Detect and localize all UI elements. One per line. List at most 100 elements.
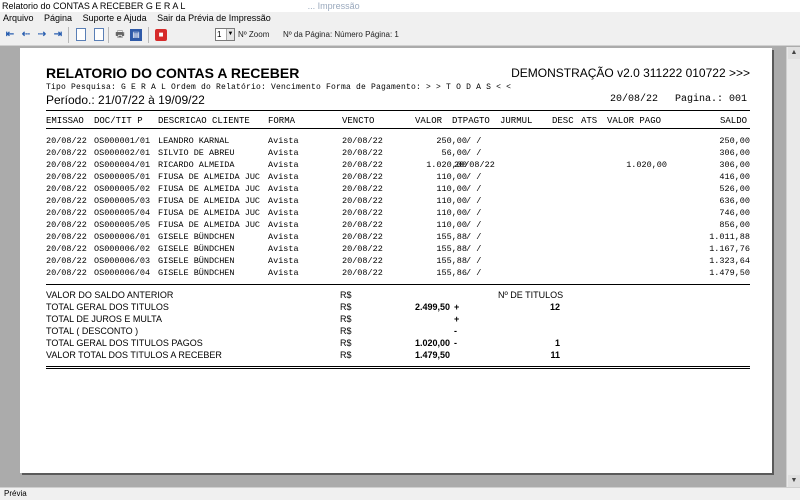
cell-forma: Avista [268,184,299,194]
menu-item-pagina[interactable]: Página [44,13,72,23]
single-page-icon[interactable] [76,28,86,41]
zoom-label: Nº Zoom [238,30,270,39]
stop-icon[interactable]: ■ [155,29,167,41]
divider [46,128,750,129]
book-icon[interactable]: ▤ [130,29,142,41]
table-row: 20/08/22 OS000006/02 GISELE BÜNDCHEN Avista… [20,244,772,256]
cell-vencto: 20/08/22 [342,208,383,218]
summary-label: TOTAL GERAL DOS TITULOS [46,302,169,312]
col-dtpagto: DTPAGTO [452,116,490,126]
table-row: 20/08/22 OS000005/01 FIUSA DE ALMEIDA JUC A… [20,172,772,184]
cell-cliente: GISELE BÜNDCHEN [158,232,235,242]
cell-vencto: 20/08/22 [342,160,383,170]
col-ats: ATS [581,116,598,126]
summary-currency: R$ [340,338,352,348]
cell-emissao: 20/08/22 [46,208,87,218]
summary-currency: R$ [340,314,352,324]
table-row: 20/08/22 OS000006/03 GISELE BÜNDCHEN Avista… [20,256,772,268]
prev-page-icon[interactable]: ⇠ [20,28,32,42]
cell-dtpagto: / / [466,256,482,266]
toolbar-separator [148,27,149,43]
cell-doc: OS000005/01 [94,172,151,182]
summary-label: TOTAL GERAL DOS TITULOS PAGOS [46,338,203,348]
cell-doc: OS000005/05 [94,220,151,230]
cell-forma: Avista [268,256,299,266]
menu-item-sair[interactable]: Sair da Prévia de Impressão [157,13,271,23]
next-page-icon[interactable]: ⇢ [36,28,48,42]
scroll-down-icon[interactable]: ▼ [788,475,800,487]
summary-count: 1 [554,338,560,348]
cell-doc: OS000006/01 [94,232,151,242]
cell-saldo: 526,00 [719,184,750,194]
print-icon[interactable]: 🖶 [114,28,126,42]
vertical-scrollbar[interactable]: ▲ ▼ [786,47,800,487]
cell-valor: 56,00 [441,148,467,158]
double-divider [46,366,750,369]
chevron-down-icon[interactable]: ▼ [226,29,234,40]
cell-saldo: 1.011,88 [709,232,750,242]
cell-vencto: 20/08/22 [342,268,383,278]
summary-value: 1.479,50 [414,350,450,360]
cell-dtpagto: / / [466,196,482,206]
col-emissao: EMISSAO [46,116,84,126]
window-title: Relatorio do CONTAS A RECEBER G E R A L [2,1,186,11]
summary-label: VALOR TOTAL DOS TITULOS A RECEBER [46,350,222,360]
cell-dtpagto: / / [466,220,482,230]
summary-row: VALOR DO SALDO ANTERIOR R$ Nº DE TITULOS [20,290,772,302]
cell-cliente: GISELE BÜNDCHEN [158,256,235,266]
summary-value: 1.020,00 [414,338,450,348]
summary-currency: R$ [340,290,352,300]
cell-vencto: 20/08/22 [342,232,383,242]
cell-emissao: 20/08/22 [46,160,87,170]
table-row: 20/08/22 OS000005/04 FIUSA DE ALMEIDA JUC A… [20,208,772,220]
cell-saldo: 306,00 [719,148,750,158]
summary-count: 11 [550,350,560,360]
table-row: 20/08/22 OS000001/01 LEANDRO KARNAL Avista 2… [20,136,772,148]
menu-item-suporte[interactable]: Suporte e Ajuda [83,13,147,23]
col-vencto: VENCTO [342,116,375,126]
table-row: 20/08/22 OS000006/04 GISELE BÜNDCHEN Avista… [20,268,772,280]
cell-saldo: 306,00 [719,160,750,170]
table-row: 20/08/22 OS000005/05 FIUSA DE ALMEIDA JUC A… [20,220,772,232]
col-forma: FORMA [268,116,296,126]
cell-cliente: RICARDO ALMEIDA [158,160,235,170]
summary-sign: - [454,326,457,336]
first-page-icon[interactable]: ⇤ [4,28,16,42]
last-page-icon[interactable]: ⇥ [52,28,64,42]
divider [46,284,750,285]
cell-saldo: 1.479,50 [709,268,750,278]
summary-row: TOTAL GERAL DOS TITULOS PAGOS R$ 1.020,00-… [20,338,772,350]
cell-forma: Avista [268,136,299,146]
cell-valor: 110,00 [436,220,467,230]
table-row: 20/08/22 OS000005/02 FIUSA DE ALMEIDA JUC A… [20,184,772,196]
cell-cliente: GISELE BÜNDCHEN [158,268,235,278]
summary-sign: + [454,302,460,312]
table-row: 20/08/22 OS000004/01 RICARDO ALMEIDA Avista… [20,160,772,172]
report-page: RELATORIO DO CONTAS A RECEBER DEMONSTRAÇ… [20,48,772,473]
cell-forma: Avista [268,244,299,254]
menu-item-arquivo[interactable]: Arquivo [3,13,34,23]
cell-cliente: LEANDRO KARNAL [158,136,230,146]
table-row: 20/08/22 OS000002/01 SILVIO DE ABREU Avista… [20,148,772,160]
report-subtitle: Tipo Pesquisa: G E R A L Ordem do Relató… [46,83,512,92]
summary-row: TOTAL DE JUROS E MULTA R$ + [20,314,772,326]
two-pages-icon[interactable] [94,28,104,41]
cell-saldo: 416,00 [719,172,750,182]
cell-valor: 155,88 [436,244,467,254]
col-jurmul: JURMUL [500,116,533,126]
col-descricao: DESCRICAO CLIENTE [158,116,250,126]
cell-emissao: 20/08/22 [46,244,87,254]
cell-doc: OS000006/02 [94,244,151,254]
cell-saldo: 746,00 [719,208,750,218]
report-date: 20/08/22 [610,94,659,105]
summary-row: TOTAL GERAL DOS TITULOS R$ 2.499,50 +12 [20,302,772,314]
cell-dtpagto: / / [466,172,482,182]
cell-valor-pago: 1.020,00 [626,160,667,170]
summary-value: 2.499,50 [414,302,450,312]
cell-forma: Avista [268,232,299,242]
zoom-select[interactable]: 1 ▼ [215,28,235,41]
scroll-up-icon[interactable]: ▲ [788,47,800,59]
summary-row: VALOR TOTAL DOS TITULOS A RECEBER R$ 1.479… [20,350,772,362]
toolbar-separator [68,27,69,43]
cell-dtpagto: / / [466,268,482,278]
